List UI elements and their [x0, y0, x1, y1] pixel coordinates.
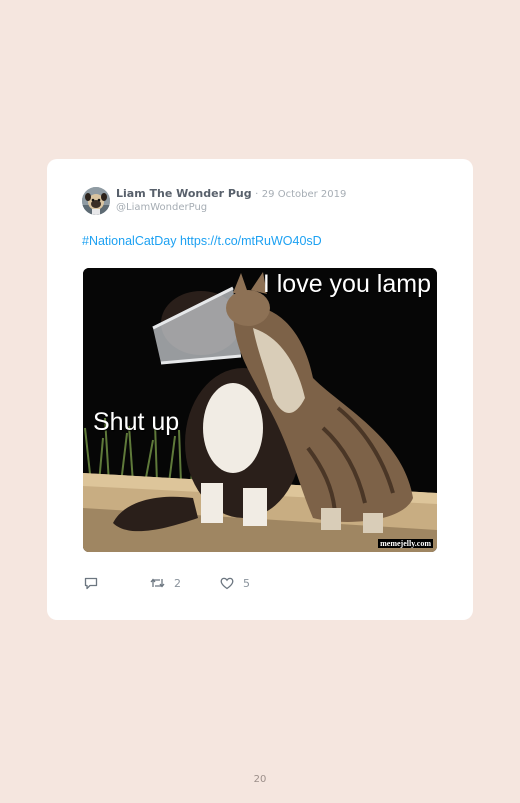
tweet-url-link[interactable]: https://t.co/mtRuWO40sD	[180, 234, 322, 248]
author-line: Liam The Wonder Pug · 29 October 2019	[116, 187, 346, 200]
meme-caption-left: Shut up	[93, 408, 180, 436]
tweet-date[interactable]: 29 October 2019	[262, 189, 347, 200]
like-button[interactable]: 5	[219, 575, 250, 591]
tweet-card: Liam The Wonder Pug · 29 October 2019 @L…	[47, 159, 473, 620]
retweet-button[interactable]: 2	[149, 575, 181, 591]
retweet-icon	[150, 578, 165, 588]
hashtag-link[interactable]: #NationalCatDay	[82, 234, 177, 248]
comment-icon	[84, 577, 98, 590]
avatar[interactable]	[82, 187, 110, 215]
author-name[interactable]: Liam The Wonder Pug	[116, 187, 252, 200]
pug-avatar-image	[82, 187, 110, 215]
page-number: 20	[253, 774, 267, 785]
retweet-count: 2	[174, 576, 181, 590]
tweet-actions: 2 5	[83, 575, 283, 591]
author-handle[interactable]: @LiamWonderPug	[116, 202, 207, 213]
tweet-text: #NationalCatDay https://t.co/mtRuWO40sD	[82, 234, 322, 248]
like-count: 5	[243, 576, 250, 590]
heart-icon	[220, 577, 234, 590]
watermark: memejelly.com	[378, 539, 433, 548]
separator-dot: ·	[255, 189, 259, 200]
tweet-media-image[interactable]: I love you lamp Shut up memejelly.com	[83, 268, 437, 552]
meme-caption-top: I love you lamp	[262, 270, 431, 298]
reply-button[interactable]	[83, 575, 99, 591]
